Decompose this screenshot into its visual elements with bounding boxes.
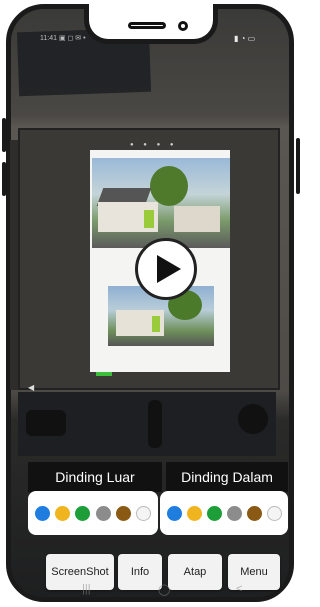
desk-background bbox=[18, 392, 276, 456]
status-bar-left: 11:41 ▣ ◻ ✉ • bbox=[40, 35, 86, 42]
atap-button[interactable]: Atap bbox=[168, 554, 222, 590]
color-swatch[interactable] bbox=[115, 505, 131, 521]
color-swatch[interactable] bbox=[206, 505, 222, 521]
color-swatch[interactable] bbox=[186, 505, 202, 521]
color-swatch[interactable] bbox=[54, 505, 70, 521]
screenshot-button[interactable]: ScreenShot bbox=[46, 554, 114, 590]
speaker-icon bbox=[128, 22, 166, 29]
nav-back-icon[interactable]: < bbox=[236, 583, 242, 595]
nav-recents-icon[interactable]: ||| bbox=[82, 583, 91, 595]
status-bar-right: ▮ ◔ ▭ bbox=[234, 34, 256, 43]
color-swatch[interactable] bbox=[226, 505, 242, 521]
info-button[interactable]: Info bbox=[118, 554, 162, 590]
monitor-toolbar-dots: ● ● ● ● bbox=[130, 142, 178, 148]
phone-side-button-right bbox=[296, 138, 300, 194]
color-swatch[interactable] bbox=[95, 505, 111, 521]
play-icon bbox=[157, 255, 181, 283]
color-swatch[interactable] bbox=[34, 505, 50, 521]
document-green-bar bbox=[96, 372, 112, 376]
front-camera-icon bbox=[178, 21, 188, 31]
house-render-top bbox=[92, 158, 230, 248]
color-swatch[interactable] bbox=[75, 505, 91, 521]
play-button[interactable] bbox=[135, 238, 197, 300]
color-swatch[interactable] bbox=[166, 505, 182, 521]
color-palette-dinding-luar bbox=[28, 491, 158, 535]
color-swatch[interactable] bbox=[266, 505, 282, 521]
panel-label-dinding-dalam: Dinding Dalam bbox=[166, 462, 288, 492]
panel-label-dinding-luar: Dinding Luar bbox=[28, 462, 162, 492]
scene-arrow-marker: ◀ bbox=[28, 383, 35, 392]
color-swatch[interactable] bbox=[246, 505, 262, 521]
nav-home-icon[interactable]: ◯ bbox=[158, 583, 170, 596]
color-swatch[interactable] bbox=[136, 505, 152, 521]
color-palette-dinding-dalam bbox=[160, 491, 288, 535]
